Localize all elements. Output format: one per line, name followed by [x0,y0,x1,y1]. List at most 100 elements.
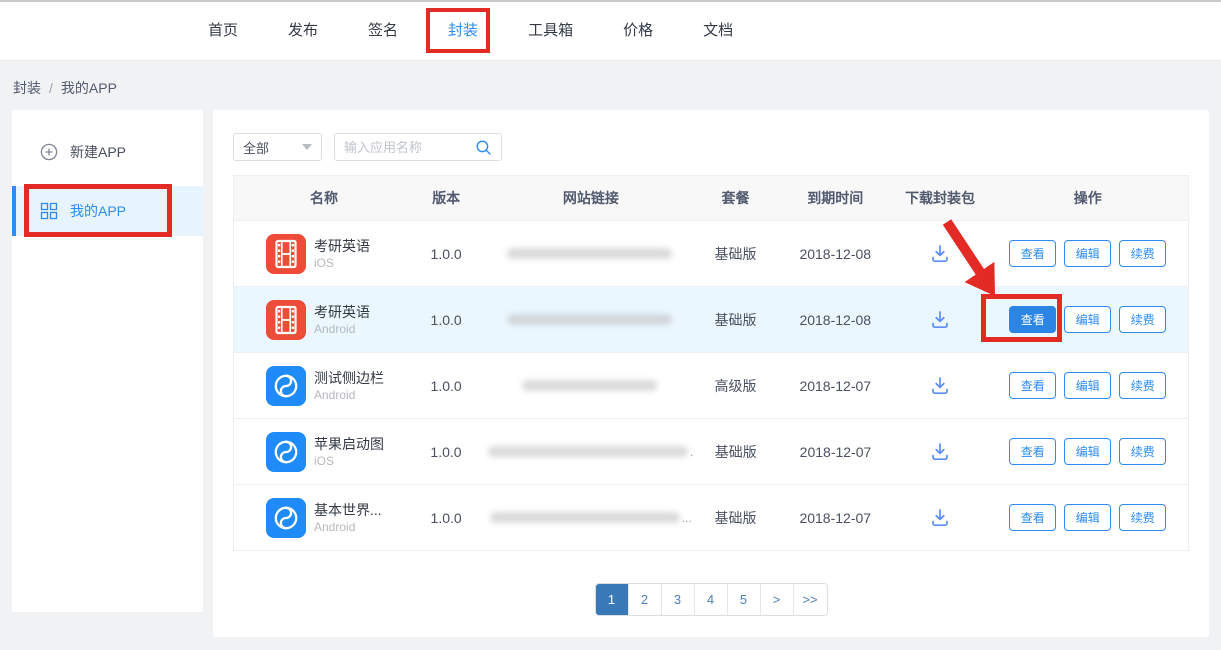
nav-item-link[interactable]: 文档 [703,2,733,60]
main-panel: 全部 名称 版本 网站链接 套餐 到期时间 下载封装包 操作 [213,110,1209,637]
website-link-blurred [507,314,672,325]
sidebar-item-my-app[interactable]: 我的APP [12,186,203,236]
page-4[interactable]: 4 [695,584,728,615]
view-button[interactable]: 查看 [1009,504,1056,531]
table-row: 基本世界... Android 1.0.0 ... 基础版 2018-12-07… [234,484,1188,550]
col-header-actions: 操作 [987,188,1188,208]
table-row: 考研英语 iOS 1.0.0 基础版 2018-12-08 查看 编辑 [234,220,1188,286]
edit-button[interactable]: 编辑 [1064,306,1111,333]
view-button[interactable]: 查看 [1009,240,1056,267]
app-expiry-date: 2018-12-07 [778,378,893,394]
download-package-button[interactable] [929,507,951,529]
app-version: 1.0.0 [404,312,489,328]
page-1[interactable]: 1 [596,584,629,615]
film-icon [266,234,306,274]
s-swirl-icon [266,366,306,406]
table-row: 考研英语 Android 1.0.0 基础版 2018-12-08 查看 编辑 [234,286,1188,352]
breadcrumb-separator: / [49,80,53,96]
app-name: 测试侧边栏 [314,369,384,387]
renew-button[interactable]: 续费 [1119,504,1166,531]
app-expiry-date: 2018-12-07 [778,444,893,460]
download-icon [929,507,951,529]
sidebar-item-label: 我的APP [70,201,126,221]
app-plan: 基础版 [693,508,778,528]
grid-icon [40,202,58,220]
page-5[interactable]: 5 [728,584,761,615]
page-2[interactable]: 2 [629,584,662,615]
download-icon [929,375,951,397]
app-name: 基本世界... [314,501,382,519]
sidebar-item-new-app[interactable]: 新建APP [12,127,203,177]
renew-button[interactable]: 续费 [1119,306,1166,333]
renew-button[interactable]: 续费 [1119,372,1166,399]
app-version: 1.0.0 [404,444,489,460]
download-package-button[interactable] [929,309,951,331]
app-version: 1.0.0 [404,246,489,262]
app-plan: 基础版 [693,244,778,264]
row-actions: 查看 编辑 续费 [1009,240,1166,267]
col-header-version: 版本 [404,188,489,208]
page: { "nav": { "items": [ {"label": "首页", "a… [0,0,1221,650]
app-name: 考研英语 [314,237,370,255]
breadcrumb: 封装 / 我的APP [13,78,117,98]
app-expiry-date: 2018-12-08 [778,312,893,328]
link-suffix: ... [682,511,692,525]
download-icon [929,441,951,463]
download-icon [929,309,951,331]
app-expiry-date: 2018-12-07 [778,510,893,526]
website-link-blurred [488,446,688,457]
nav-item-link[interactable]: 价格 [623,2,653,60]
edit-button[interactable]: 编辑 [1064,240,1111,267]
page-3[interactable]: 3 [662,584,695,615]
download-package-button[interactable] [929,441,951,463]
col-header-plan: 套餐 [693,188,778,208]
download-icon [929,243,951,265]
plus-circle-icon [40,143,58,161]
edit-button[interactable]: 编辑 [1064,438,1111,465]
renew-button[interactable]: 续费 [1119,240,1166,267]
breadcrumb-current: 我的APP [61,78,117,98]
nav-item-link[interactable]: 工具箱 [528,2,573,60]
top-bar: 首页发布签名封装 工具箱 价格文档 [0,0,1221,61]
nav-item-active[interactable]: 封装 [448,2,478,60]
sidebar: 新建APP 我的APP [12,110,203,612]
search-icon[interactable] [475,139,492,156]
col-header-link: 网站链接 [489,188,694,208]
app-version: 1.0.0 [404,378,489,394]
sidebar-item-label: 新建APP [70,142,126,162]
search-input[interactable] [344,140,475,155]
row-actions: 查看 编辑 续费 [1009,372,1166,399]
pager-group: 12345>>> [595,583,828,616]
last-page-button[interactable]: >> [794,584,827,615]
nav-item-link[interactable]: 签名 [368,2,398,60]
view-button[interactable]: 查看 [1009,438,1056,465]
category-select[interactable]: 全部 [233,133,322,161]
download-package-button[interactable] [929,243,951,265]
app-version: 1.0.0 [404,510,489,526]
table-header-row: 名称 版本 网站链接 套餐 到期时间 下载封装包 操作 [234,176,1188,220]
download-package-button[interactable] [929,375,951,397]
table-bottom-border [234,550,1188,551]
nav-item-link[interactable]: 首页 [208,2,238,60]
col-header-expiry: 到期时间 [778,188,893,208]
row-actions: 查看 编辑 续费 [1009,504,1166,531]
edit-button[interactable]: 编辑 [1064,504,1111,531]
chevron-down-icon [302,144,312,150]
app-platform: iOS [314,255,370,271]
col-header-download: 下载封装包 [893,188,988,208]
col-header-name: 名称 [234,188,404,208]
app-plan: 基础版 [693,442,778,462]
next-page-button[interactable]: > [761,584,794,615]
renew-button[interactable]: 续费 [1119,438,1166,465]
app-table: 名称 版本 网站链接 套餐 到期时间 下载封装包 操作 [233,175,1189,551]
view-button[interactable]: 查看 [1009,306,1056,333]
view-button[interactable]: 查看 [1009,372,1056,399]
edit-button[interactable]: 编辑 [1064,372,1111,399]
category-selected-value: 全部 [243,138,269,157]
app-platform: Android [314,519,382,535]
table-body: 考研英语 iOS 1.0.0 基础版 2018-12-08 查看 编辑 [234,220,1188,550]
nav-item-link[interactable]: 发布 [288,2,318,60]
breadcrumb-parent[interactable]: 封装 [13,78,41,98]
app-expiry-date: 2018-12-08 [778,246,893,262]
app-name: 考研英语 [314,303,370,321]
